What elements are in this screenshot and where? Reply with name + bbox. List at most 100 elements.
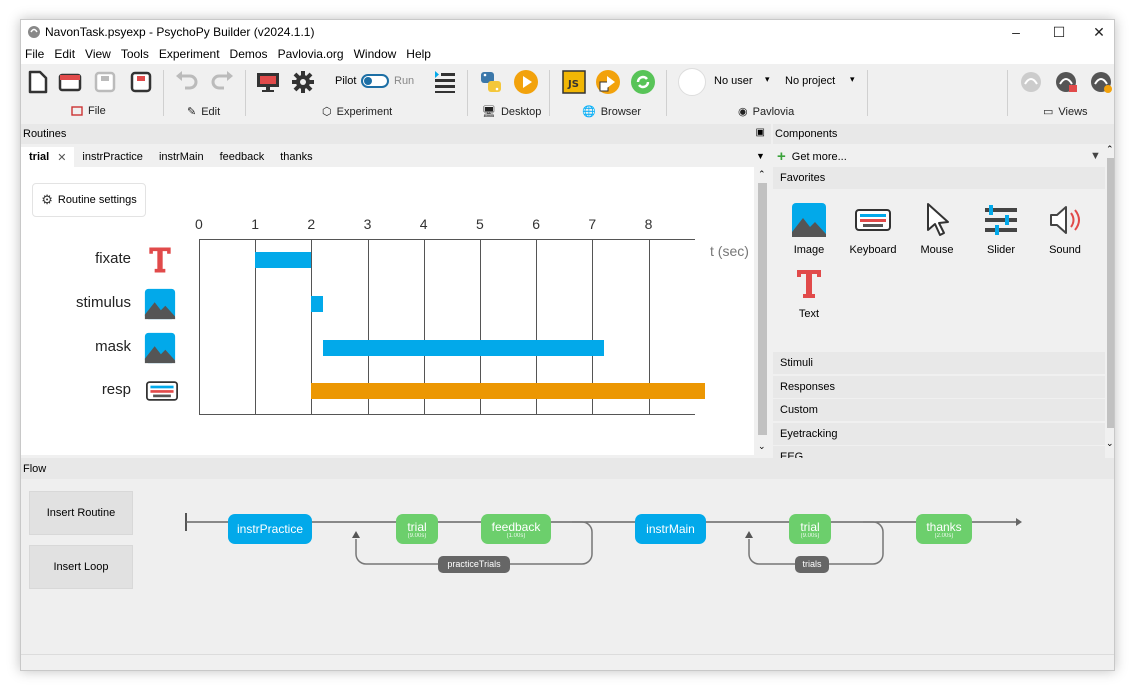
routine-scrollbar[interactable]: ⌃ ⌄ <box>754 167 771 455</box>
user-chevron-icon[interactable]: ▾ <box>765 74 770 85</box>
view-runner-button[interactable] <box>1087 68 1114 96</box>
run-desktop-button[interactable] <box>512 68 540 96</box>
python-runner-button[interactable] <box>477 68 505 96</box>
save-as-button[interactable] <box>127 68 155 96</box>
components-panel-header: Components <box>773 124 1114 144</box>
project-dropdown[interactable]: No project <box>785 75 835 87</box>
component-name-fixate[interactable]: fixate <box>41 250 131 267</box>
flow-node-thanks[interactable]: thanks (2.00s) <box>916 514 972 544</box>
compile-js-button[interactable]: JS <box>560 68 588 96</box>
stimuli-category[interactable]: Stimuli <box>773 352 1105 374</box>
monitor-center-button[interactable] <box>254 68 282 96</box>
favorites-category[interactable]: Favorites <box>773 167 1105 189</box>
routine-timeline-canvas: ⚙ Routine settings 0 1 2 3 4 5 6 7 8 t (sec) fixat… <box>21 167 754 455</box>
tab-trial[interactable]: trial ✕ <box>21 147 75 167</box>
component-bar-mask[interactable] <box>322 340 604 356</box>
flow-node-instrmain[interactable]: instrMain <box>635 514 706 544</box>
sound-component-button[interactable]: Sound <box>1033 202 1097 256</box>
filter-icon[interactable]: ▼ <box>1090 150 1101 162</box>
menu-tools[interactable]: Tools <box>116 47 154 61</box>
flow-node-trial[interactable]: trial (9.00s) <box>396 514 438 544</box>
image-component-button[interactable]: Image <box>777 202 841 256</box>
scroll-thumb[interactable] <box>1107 158 1114 428</box>
text-icon[interactable] <box>144 244 176 276</box>
component-name-resp[interactable]: resp <box>41 381 131 398</box>
scroll-down-icon[interactable]: ⌄ <box>1106 438 1114 449</box>
compile-script-button[interactable] <box>431 68 459 96</box>
menu-window[interactable]: Window <box>349 47 402 61</box>
component-bar-resp[interactable] <box>311 383 705 399</box>
menu-bar: File Edit View Tools Experiment Demos Pa… <box>21 44 1114 64</box>
routine-settings-button[interactable]: ⚙ Routine settings <box>32 183 146 217</box>
experiment-settings-button[interactable] <box>289 68 317 96</box>
view-builder-button[interactable] <box>1017 68 1045 96</box>
menu-view[interactable]: View <box>80 47 116 61</box>
desktop-icon: 🖥 <box>482 106 496 118</box>
menu-demos[interactable]: Demos <box>225 47 273 61</box>
folder-open-icon <box>58 73 82 92</box>
menu-edit[interactable]: Edit <box>49 47 80 61</box>
close-window-button[interactable]: ✕ <box>1079 20 1114 44</box>
custom-category[interactable]: Custom <box>773 399 1105 421</box>
keyboard-icon[interactable] <box>144 375 178 407</box>
pilot-run-toggle[interactable] <box>361 74 389 88</box>
eyetracking-category[interactable]: Eyetracking <box>773 423 1105 445</box>
component-name-mask[interactable]: mask <box>41 338 131 355</box>
tick-label: 6 <box>532 216 540 232</box>
mouse-cursor-icon <box>927 203 949 236</box>
scroll-down-icon[interactable]: ⌄ <box>758 441 766 452</box>
toolbar-separator <box>867 70 868 116</box>
components-scrollbar[interactable]: ⌃ ⌄ <box>1105 144 1114 455</box>
python-icon <box>481 72 501 92</box>
menu-file[interactable]: File <box>21 47 49 61</box>
scroll-up-icon[interactable]: ⌃ <box>758 169 766 180</box>
flow-panel-header: Flow <box>21 458 1114 479</box>
toolbar-separator <box>467 70 468 116</box>
responses-category[interactable]: Responses <box>773 376 1105 398</box>
flow-node-trial[interactable]: trial (9.00s) <box>789 514 831 544</box>
user-dropdown[interactable]: No user <box>714 75 753 87</box>
tabs-dropdown-icon[interactable]: ▼ <box>756 151 765 161</box>
image-icon[interactable] <box>144 332 176 364</box>
tab-instrmain[interactable]: instrMain <box>151 147 212 167</box>
flow-node-instrpractice[interactable]: instrPractice <box>228 514 312 544</box>
text-component-button[interactable]: Text <box>777 266 841 320</box>
loop-label-practicetrials[interactable]: practiceTrials <box>438 556 510 573</box>
tab-instrpractice[interactable]: instrPractice <box>74 147 151 167</box>
loop-label-trials[interactable]: trials <box>795 556 829 573</box>
menu-pavlovia[interactable]: Pavlovia.org <box>273 47 349 61</box>
component-bar-fixate[interactable] <box>255 252 312 268</box>
coder-view-icon <box>1056 72 1077 92</box>
slider-component-button[interactable]: Slider <box>969 202 1033 256</box>
keyboard-component-button[interactable]: Keyboard <box>841 202 905 256</box>
user-avatar[interactable] <box>678 68 706 96</box>
run-browser-button[interactable] <box>594 68 622 96</box>
get-more-button[interactable]: + Get more... <box>777 148 847 165</box>
redo-button[interactable] <box>208 68 236 96</box>
maximize-panel-icon[interactable]: ▣ <box>756 127 765 138</box>
image-icon[interactable] <box>144 288 176 320</box>
tab-feedback[interactable]: feedback <box>212 147 273 167</box>
scroll-up-icon[interactable]: ⌃ <box>1106 144 1114 155</box>
component-name-stimulus[interactable]: stimulus <box>41 294 131 311</box>
mouse-component-button[interactable]: Mouse <box>905 202 969 256</box>
toolbar: File ✎ Edit Pilot Run ⬡ Experiment 🖥 Des… <box>21 64 1114 124</box>
sync-pavlovia-button[interactable] <box>629 68 657 96</box>
component-bar-stimulus[interactable] <box>311 296 323 312</box>
new-file-button[interactable] <box>24 68 52 96</box>
undo-button[interactable] <box>173 68 201 96</box>
minimize-button[interactable]: – <box>996 20 1036 44</box>
slider-icon <box>985 205 1017 235</box>
menu-help[interactable]: Help <box>401 47 436 61</box>
view-coder-button[interactable] <box>1052 68 1080 96</box>
save-button[interactable] <box>91 68 119 96</box>
scroll-thumb[interactable] <box>758 183 767 435</box>
tab-thanks[interactable]: thanks <box>272 147 320 167</box>
tick-label: 1 <box>251 216 259 232</box>
maximize-button[interactable]: ☐ <box>1039 20 1079 44</box>
project-chevron-icon[interactable]: ▾ <box>850 74 855 85</box>
menu-experiment[interactable]: Experiment <box>154 47 225 61</box>
open-file-button[interactable] <box>56 68 84 96</box>
close-tab-icon[interactable]: ✕ <box>57 151 66 164</box>
flow-node-feedback[interactable]: feedback (1.00s) <box>481 514 551 544</box>
